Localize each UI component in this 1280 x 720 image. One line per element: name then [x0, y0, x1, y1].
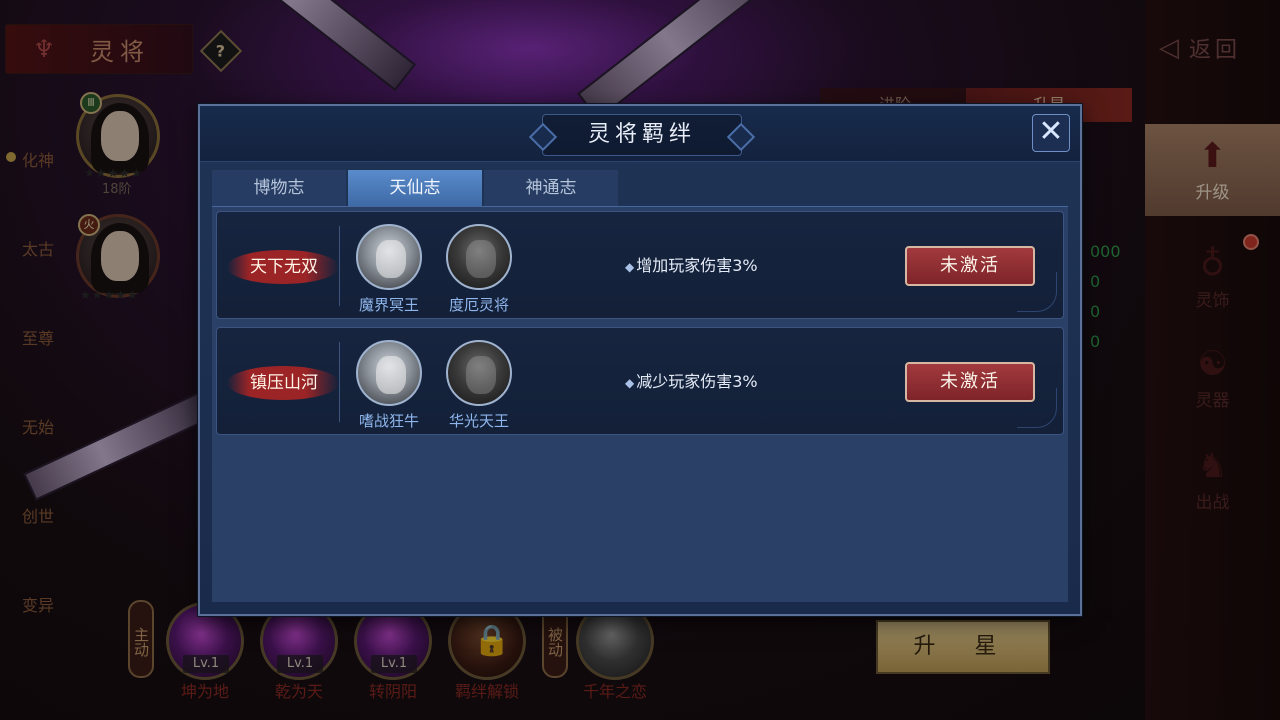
bond-hero[interactable]: 嗜战狂牛 [349, 340, 429, 431]
bond-dialog: 灵将羁绊 ✕ 博物志 天仙志 神通志 天下无双 魔界冥王 度厄灵将 ◆ 增加玩家伤… [198, 104, 1082, 616]
hero-portrait [356, 224, 422, 290]
bond-hero[interactable]: 华光天王 [439, 340, 519, 431]
bond-status-button[interactable]: 未激活 [905, 246, 1035, 286]
hero-name: 魔界冥王 [358, 296, 419, 314]
dialog-title: 灵将羁绊 [587, 122, 696, 147]
dialog-tabs: 博物志 天仙志 神通志 [212, 170, 620, 208]
bond-bonus-text: 增加玩家伤害3% [636, 256, 758, 275]
hero-name: 华光天王 [448, 412, 509, 430]
row-corner-decoration [1017, 388, 1057, 428]
diamond-bullet-icon: ◆ [625, 260, 635, 274]
close-icon: ✕ [1038, 114, 1064, 149]
dialog-header: 灵将羁绊 ✕ [200, 106, 1080, 162]
portrait-face [376, 240, 406, 278]
bond-bonus: ◆ 增加玩家伤害3% [625, 252, 758, 276]
bond-row: 镇压山河 嗜战狂牛 华光天王 ◆ 减少玩家伤害3% 未激活 [216, 327, 1064, 435]
bond-name: 天下无双 [250, 257, 318, 277]
bond-name: 镇压山河 [250, 373, 318, 393]
tab-shentongzhi[interactable]: 神通志 [484, 170, 618, 206]
hero-name: 度厄灵将 [448, 296, 509, 314]
row-divider [339, 342, 340, 422]
tab-tianxianzhi[interactable]: 天仙志 [348, 170, 482, 206]
hero-name: 嗜战狂牛 [358, 412, 419, 430]
bond-bonus-text: 减少玩家伤害3% [636, 372, 758, 391]
bond-bonus: ◆ 减少玩家伤害3% [625, 368, 758, 392]
hero-portrait [446, 340, 512, 406]
bond-row: 天下无双 魔界冥王 度厄灵将 ◆ 增加玩家伤害3% 未激活 [216, 211, 1064, 319]
portrait-face [466, 356, 496, 394]
bond-status-button[interactable]: 未激活 [905, 362, 1035, 402]
hero-portrait [446, 224, 512, 290]
diamond-bullet-icon: ◆ [625, 376, 635, 390]
row-divider [339, 226, 340, 306]
close-button[interactable]: ✕ [1032, 114, 1070, 152]
tab-bowuzhi[interactable]: 博物志 [212, 170, 346, 206]
row-corner-decoration [1017, 272, 1057, 312]
bond-hero[interactable]: 魔界冥王 [349, 224, 429, 315]
portrait-face [466, 240, 496, 278]
bond-list: 天下无双 魔界冥王 度厄灵将 ◆增加玩家伤害3% 未激活 镇压山河 嗜战狂牛 [212, 206, 1068, 602]
portrait-face [376, 356, 406, 394]
bond-hero[interactable]: 度厄灵将 [439, 224, 519, 315]
hero-portrait [356, 340, 422, 406]
